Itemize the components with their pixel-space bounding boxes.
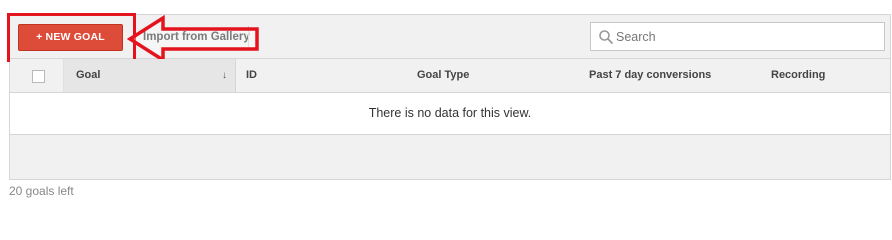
goals-left-count: 20 goals left: [9, 184, 74, 198]
column-header-goal-type[interactable]: Goal Type: [417, 59, 469, 92]
select-all-checkbox[interactable]: [32, 70, 45, 83]
toolbar-divider: [248, 26, 249, 48]
empty-state-message: There is no data for this view.: [10, 93, 890, 135]
column-header-goal[interactable]: Goal ↓: [64, 59, 236, 92]
table-header: Goal ↓ ID Goal Type Past 7 day conversio…: [10, 59, 890, 93]
import-from-gallery-link[interactable]: Import from Gallery: [143, 30, 250, 44]
new-goal-button[interactable]: + NEW GOAL: [18, 24, 123, 51]
column-header-id[interactable]: ID: [246, 59, 257, 92]
search-box[interactable]: [590, 22, 885, 51]
sort-descending-icon: ↓: [222, 70, 227, 81]
column-header-recording[interactable]: Recording: [771, 59, 825, 92]
table-footer: [10, 135, 890, 179]
search-input[interactable]: [616, 23, 878, 50]
column-header-goal-label: Goal: [76, 69, 101, 81]
search-icon: [599, 30, 613, 44]
column-header-conversions[interactable]: Past 7 day conversions: [589, 59, 711, 92]
select-all-cell: [10, 59, 64, 92]
